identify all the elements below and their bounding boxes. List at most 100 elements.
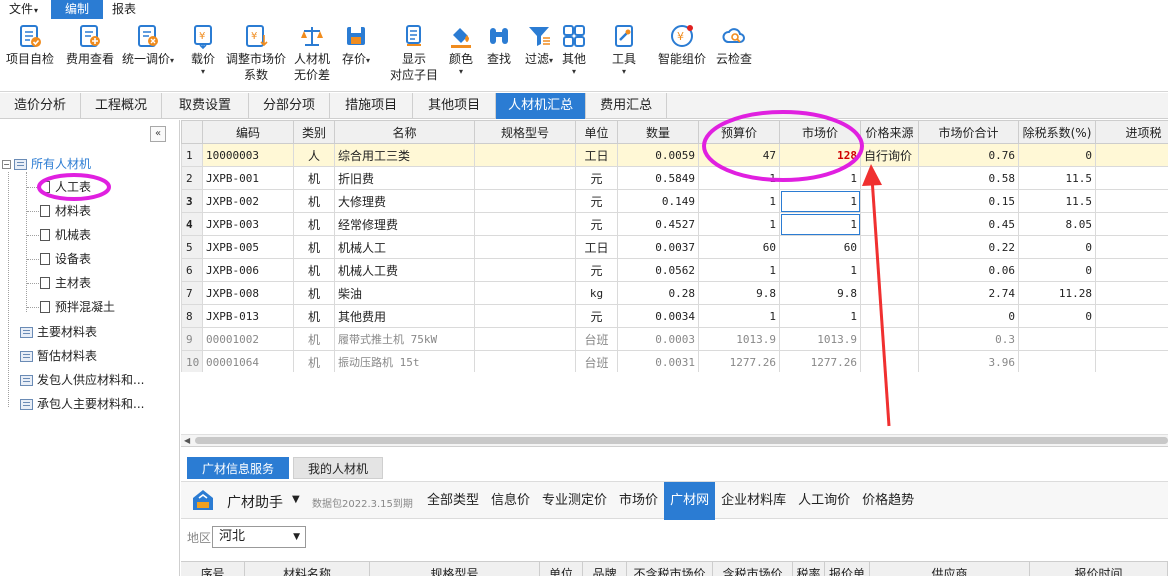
col-header-budget-price[interactable]: 预算价 — [698, 120, 780, 144]
cell-unit[interactable]: 工日 — [575, 143, 618, 167]
cell-budget-price[interactable]: 1 — [698, 258, 780, 282]
cell-quantity[interactable]: 0.28 — [617, 281, 699, 305]
cell-code[interactable]: JXPB-002 — [202, 189, 294, 213]
cell-budget-price[interactable]: 1 — [698, 304, 780, 328]
col-header-market-total[interactable]: 市场价合计 — [918, 120, 1019, 144]
nav-enterprise-library[interactable]: 企业材料库 — [715, 482, 792, 520]
cell-quantity[interactable]: 0.0034 — [617, 304, 699, 328]
cell-input-tax[interactable] — [1095, 166, 1168, 190]
cell-budget-price[interactable]: 1 — [698, 212, 780, 236]
cell-name[interactable]: 机械人工费 — [334, 258, 475, 282]
cell-name[interactable]: 履带式推土机 75kW — [334, 327, 475, 351]
cell-category[interactable]: 机 — [293, 189, 335, 213]
nav-all-types[interactable]: 全部类型 — [421, 482, 485, 520]
cell-unit[interactable]: 元 — [575, 189, 618, 213]
cell-budget-price[interactable]: 1 — [698, 166, 780, 190]
tab-other-items[interactable]: 其他项目 — [413, 93, 497, 119]
cell-budget-price[interactable]: 60 — [698, 235, 780, 259]
cell-category[interactable]: 机 — [293, 350, 335, 372]
cell-spec[interactable] — [474, 350, 576, 372]
tree-node-labor[interactable]: 人工表 — [40, 177, 91, 197]
collapse-panel-button[interactable]: « — [150, 126, 166, 142]
cell-input-tax[interactable] — [1095, 258, 1168, 282]
cell-unit[interactable]: 工日 — [575, 235, 618, 259]
cell-name[interactable]: 综合用工三类 — [334, 143, 475, 167]
tab-my-materials[interactable]: 我的人材机 — [293, 457, 384, 479]
cell-market-price[interactable]: 60 — [779, 235, 861, 259]
cell-category[interactable]: 机 — [293, 281, 335, 305]
table-row[interactable]: 9 00001002 机 履带式推土机 75kW 台班 0.0003 1013.… — [181, 327, 1168, 351]
cell-quantity[interactable]: 0.5849 — [617, 166, 699, 190]
unified-adjust-button[interactable]: 统一调价▾ — [122, 23, 174, 67]
cell-tax-coef[interactable] — [1018, 350, 1096, 372]
col-header-unit[interactable]: 单位 — [575, 120, 618, 144]
col-header-material-name[interactable]: 材料名称 — [245, 562, 370, 576]
cell-unit[interactable]: 台班 — [575, 350, 618, 372]
table-row[interactable]: 8 JXPB-013 机 其他费用 元 0.0034 1 1 0 0 — [181, 304, 1168, 328]
tree-node-owner-supplied[interactable]: 发包人供应材料和... — [20, 370, 144, 390]
col-header-spec[interactable]: 规格型号 — [474, 120, 576, 144]
col-header-price-excl-tax[interactable]: 不含税市场价 — [627, 562, 713, 576]
cell-price-source[interactable] — [860, 166, 919, 190]
cell-tax-coef[interactable]: 11.5 — [1018, 166, 1096, 190]
cell-market-price[interactable]: 128 — [779, 143, 861, 167]
nav-professional-price[interactable]: 专业测定价 — [536, 482, 613, 520]
horizontal-scrollbar[interactable]: ◀ — [181, 434, 1168, 446]
col-header-price-incl-tax[interactable]: 含税市场价 — [713, 562, 793, 576]
cell-tax-coef[interactable]: 8.05 — [1018, 212, 1096, 236]
cell-spec[interactable] — [474, 166, 576, 190]
cell-market-price[interactable]: 1 — [779, 212, 861, 236]
cell-price-source[interactable] — [860, 212, 919, 236]
other-button[interactable]: 其他 ▾ — [561, 23, 587, 77]
cell-unit[interactable]: 元 — [575, 258, 618, 282]
cell-input-tax[interactable] — [1095, 235, 1168, 259]
col-header-quote-time[interactable]: 报价时间 — [1030, 562, 1168, 576]
col-header-price-source[interactable]: 价格来源 — [860, 120, 919, 144]
cell-unit[interactable]: 台班 — [575, 327, 618, 351]
nav-labor-inquiry[interactable]: 人工询价 — [792, 482, 856, 520]
tab-fee-summary[interactable]: 费用汇总 — [586, 93, 668, 119]
nav-guangcai-web[interactable]: 广材网 — [664, 482, 716, 520]
table-row[interactable]: 4 JXPB-003 机 经常修理费 元 0.4527 1 1 0.45 8.0… — [181, 212, 1168, 236]
cell-name[interactable]: 机械人工 — [334, 235, 475, 259]
cell-quantity[interactable]: 0.149 — [617, 189, 699, 213]
cell-category[interactable]: 机 — [293, 304, 335, 328]
col-header-input-tax[interactable]: 进项税 — [1095, 120, 1168, 144]
cell-category[interactable]: 人 — [293, 143, 335, 167]
cell-category[interactable]: 机 — [293, 212, 335, 236]
cell-quantity[interactable]: 0.4527 — [617, 212, 699, 236]
cell-name[interactable]: 柴油 — [334, 281, 475, 305]
tab-material-info-service[interactable]: 广材信息服务 — [187, 457, 290, 479]
tree-node-concrete[interactable]: 预拌混凝土 — [40, 297, 115, 317]
region-select[interactable]: 河北 ▼ — [212, 526, 306, 548]
cell-spec[interactable] — [474, 212, 576, 236]
table-row[interactable]: 7 JXPB-008 机 柴油 kg 0.28 9.8 9.8 2.74 11.… — [181, 281, 1168, 305]
cell-tax-coef[interactable]: 0 — [1018, 143, 1096, 167]
menu-edit[interactable]: 编制 — [51, 0, 104, 19]
col-header-unit[interactable]: 单位 — [540, 562, 583, 576]
tab-project-overview[interactable]: 工程概况 — [81, 93, 163, 119]
helper-dropdown-icon[interactable]: ▼ — [292, 494, 300, 505]
col-header-seq[interactable]: 序号 — [181, 562, 245, 576]
cell-input-tax[interactable] — [1095, 212, 1168, 236]
cell-category[interactable]: 机 — [293, 327, 335, 351]
find-button[interactable]: 查找 — [486, 23, 512, 67]
load-price-button[interactable]: ¥ 载价 ▾ — [190, 23, 216, 77]
cell-market-price[interactable]: 1013.9 — [779, 327, 861, 351]
menu-report[interactable]: 报表 — [103, 0, 145, 19]
tree-node-major-materials[interactable]: 主要材料表 — [20, 322, 97, 342]
cell-spec[interactable] — [474, 327, 576, 351]
col-header-name[interactable]: 名称 — [334, 120, 475, 144]
cell-unit[interactable]: 元 — [575, 304, 618, 328]
cell-code[interactable]: JXPB-013 — [202, 304, 294, 328]
cell-input-tax[interactable] — [1095, 304, 1168, 328]
cell-code[interactable]: 00001064 — [202, 350, 294, 372]
cell-name[interactable]: 振动压路机 15t — [334, 350, 475, 372]
show-subitems-button[interactable]: 显示 对应子目 — [390, 23, 438, 83]
col-header-spec-model[interactable]: 规格型号 — [370, 562, 540, 576]
nav-price-trend[interactable]: 价格趋势 — [856, 482, 920, 520]
cell-tax-coef[interactable]: 0 — [1018, 304, 1096, 328]
cell-code[interactable]: JXPB-008 — [202, 281, 294, 305]
tab-measure-items[interactable]: 措施项目 — [330, 93, 414, 119]
cell-budget-price[interactable]: 1013.9 — [698, 327, 780, 351]
